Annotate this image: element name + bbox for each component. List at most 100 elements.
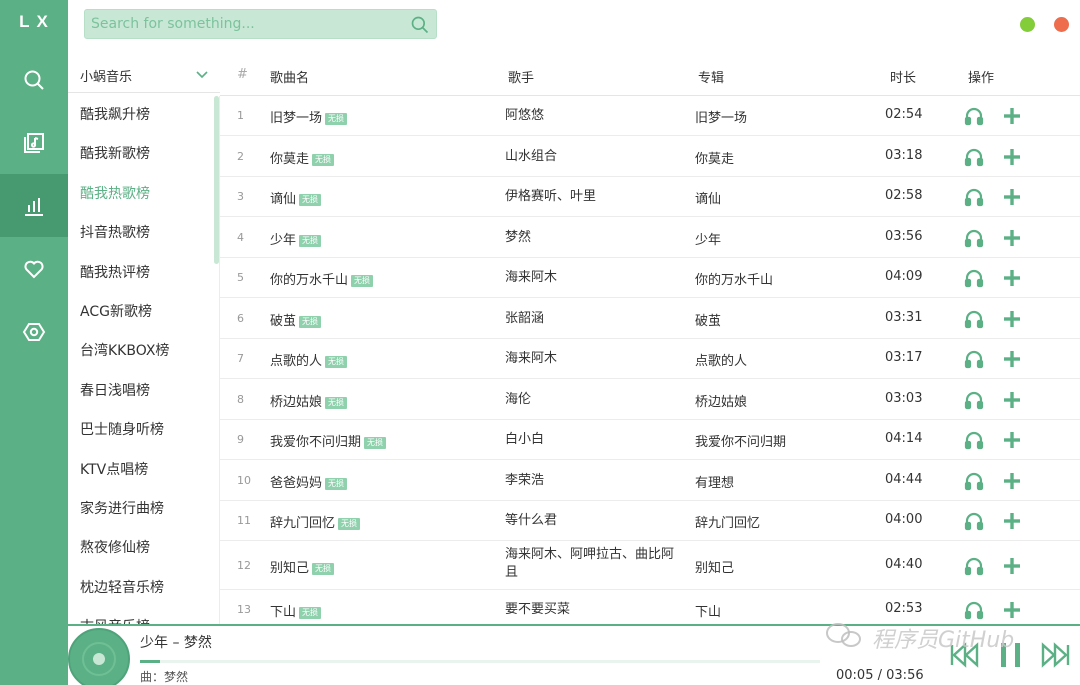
add-plus-icon[interactable] <box>1002 600 1022 620</box>
song-name-cell[interactable]: 少年 无损 <box>270 229 322 248</box>
nav-settings[interactable] <box>0 300 68 363</box>
table-row[interactable]: 7 点歌的人 无损 海来阿木 点歌的人 03:17 <box>220 339 1080 379</box>
next-icon[interactable] <box>1040 642 1072 668</box>
song-name-cell[interactable]: 桥边姑娘 无损 <box>270 391 348 410</box>
listen-headphones-icon[interactable] <box>964 349 984 369</box>
song-name-cell[interactable]: 你莫走 无损 <box>270 148 335 167</box>
album-name[interactable]: 我爱你不问归期 <box>695 431 786 450</box>
board-item[interactable]: 家务进行曲榜 <box>68 490 219 529</box>
board-item-active[interactable]: 酷我热歌榜 <box>68 175 219 214</box>
board-list-scrollbar[interactable] <box>214 96 219 264</box>
add-plus-icon[interactable] <box>1002 511 1022 531</box>
album-name[interactable]: 有理想 <box>695 472 734 491</box>
listen-headphones-icon[interactable] <box>964 106 984 126</box>
board-item[interactable]: 酷我飙升榜 <box>68 96 219 135</box>
table-row[interactable]: 10 爸爸妈妈 无损 李荣浩 有理想 04:44 <box>220 460 1080 501</box>
song-name-cell[interactable]: 谪仙 无损 <box>270 188 322 207</box>
singer-name[interactable]: 梦然 <box>505 229 685 247</box>
window-close-button[interactable] <box>1054 17 1069 32</box>
listen-headphones-icon[interactable] <box>964 556 984 576</box>
song-name-cell[interactable]: 爸爸妈妈 无损 <box>270 472 348 491</box>
add-plus-icon[interactable] <box>1002 430 1022 450</box>
table-row[interactable]: 5 你的万水千山 无损 海来阿木 你的万水千山 04:09 <box>220 258 1080 298</box>
album-name[interactable]: 点歌的人 <box>695 350 747 369</box>
singer-name[interactable]: 海伦 <box>505 391 685 409</box>
board-item[interactable]: 古风音乐榜 <box>68 608 219 624</box>
board-item[interactable]: 酷我新歌榜 <box>68 135 219 174</box>
table-row[interactable]: 8 桥边姑娘 无损 海伦 桥边姑娘 03:03 <box>220 379 1080 420</box>
album-name[interactable]: 下山 <box>695 601 721 620</box>
add-plus-icon[interactable] <box>1002 106 1022 126</box>
song-name-cell[interactable]: 辞九门回忆 无损 <box>270 512 361 531</box>
album-name[interactable]: 旧梦一场 <box>695 107 747 126</box>
nav-favorites[interactable] <box>0 237 68 300</box>
add-plus-icon[interactable] <box>1002 471 1022 491</box>
singer-name[interactable]: 伊格赛听、叶里 <box>505 188 685 206</box>
song-name-cell[interactable]: 别知己 无损 <box>270 557 335 576</box>
add-plus-icon[interactable] <box>1002 228 1022 248</box>
singer-name[interactable]: 白小白 <box>505 431 685 449</box>
song-name-cell[interactable]: 破茧 无损 <box>270 310 322 329</box>
listen-headphones-icon[interactable] <box>964 600 984 620</box>
singer-name[interactable]: 张韶涵 <box>505 310 685 328</box>
listen-headphones-icon[interactable] <box>964 268 984 288</box>
singer-name[interactable]: 海来阿木、阿呷拉古、曲比阿且 <box>505 546 685 582</box>
board-item[interactable]: 台湾KKBOX榜 <box>68 332 219 371</box>
add-plus-icon[interactable] <box>1002 390 1022 410</box>
album-name[interactable]: 别知己 <box>695 557 734 576</box>
album-name[interactable]: 少年 <box>695 229 721 248</box>
board-item[interactable]: 巴士随身听榜 <box>68 411 219 450</box>
search-icon[interactable] <box>410 15 430 35</box>
singer-name[interactable]: 山水组合 <box>505 148 685 166</box>
singer-name[interactable]: 李荣浩 <box>505 472 685 490</box>
table-row[interactable]: 1 旧梦一场 无损 阿悠悠 旧梦一场 02:54 <box>220 96 1080 136</box>
album-name[interactable]: 辞九门回忆 <box>695 512 760 531</box>
listen-headphones-icon[interactable] <box>964 187 984 207</box>
board-item[interactable]: 春日浅唱榜 <box>68 372 219 411</box>
album-name[interactable]: 你莫走 <box>695 148 734 167</box>
nav-songlist[interactable] <box>0 111 68 174</box>
singer-name[interactable]: 要不要买菜 <box>505 601 685 619</box>
search-input[interactable] <box>91 10 401 38</box>
listen-headphones-icon[interactable] <box>964 309 984 329</box>
album-name[interactable]: 谪仙 <box>695 188 721 207</box>
board-item[interactable]: 酷我热评榜 <box>68 254 219 293</box>
add-plus-icon[interactable] <box>1002 268 1022 288</box>
song-name-cell[interactable]: 我爱你不问归期 无损 <box>270 431 387 450</box>
board-item[interactable]: ACG新歌榜 <box>68 293 219 332</box>
nav-leaderboard[interactable] <box>0 174 68 237</box>
listen-headphones-icon[interactable] <box>964 511 984 531</box>
source-select[interactable]: 小蜗音乐 <box>68 57 220 93</box>
song-name-cell[interactable]: 下山 无损 <box>270 601 322 620</box>
window-minimize-button[interactable] <box>1020 17 1035 32</box>
listen-headphones-icon[interactable] <box>964 390 984 410</box>
table-row[interactable]: 9 我爱你不问归期 无损 白小白 我爱你不问归期 04:14 <box>220 420 1080 460</box>
song-name-cell[interactable]: 点歌的人 无损 <box>270 350 348 369</box>
album-name[interactable]: 你的万水千山 <box>695 269 773 288</box>
singer-name[interactable]: 等什么君 <box>505 512 685 530</box>
nav-search[interactable] <box>0 48 68 111</box>
song-name-cell[interactable]: 旧梦一场 无损 <box>270 107 348 126</box>
add-plus-icon[interactable] <box>1002 187 1022 207</box>
album-disc[interactable] <box>68 628 130 685</box>
board-item[interactable]: 枕边轻音乐榜 <box>68 569 219 608</box>
listen-headphones-icon[interactable] <box>964 471 984 491</box>
album-name[interactable]: 破茧 <box>695 310 721 329</box>
table-row[interactable]: 3 谪仙 无损 伊格赛听、叶里 谪仙 02:58 <box>220 177 1080 217</box>
listen-headphones-icon[interactable] <box>964 430 984 450</box>
table-row[interactable]: 13 下山 无损 要不要买菜 下山 02:53 <box>220 590 1080 624</box>
listen-headphones-icon[interactable] <box>964 228 984 248</box>
song-name-cell[interactable]: 你的万水千山 无损 <box>270 269 374 288</box>
add-plus-icon[interactable] <box>1002 147 1022 167</box>
board-item[interactable]: 抖音热歌榜 <box>68 214 219 253</box>
singer-name[interactable]: 海来阿木 <box>505 350 685 368</box>
album-name[interactable]: 桥边姑娘 <box>695 391 747 410</box>
board-item[interactable]: 熬夜修仙榜 <box>68 529 219 568</box>
table-row[interactable]: 2 你莫走 无损 山水组合 你莫走 03:18 <box>220 136 1080 177</box>
table-row[interactable]: 6 破茧 无损 张韶涵 破茧 03:31 <box>220 298 1080 339</box>
table-row[interactable]: 4 少年 无损 梦然 少年 03:56 <box>220 217 1080 258</box>
progress-bar[interactable] <box>140 660 820 663</box>
board-item[interactable]: KTV点唱榜 <box>68 451 219 490</box>
singer-name[interactable]: 阿悠悠 <box>505 107 685 125</box>
add-plus-icon[interactable] <box>1002 309 1022 329</box>
